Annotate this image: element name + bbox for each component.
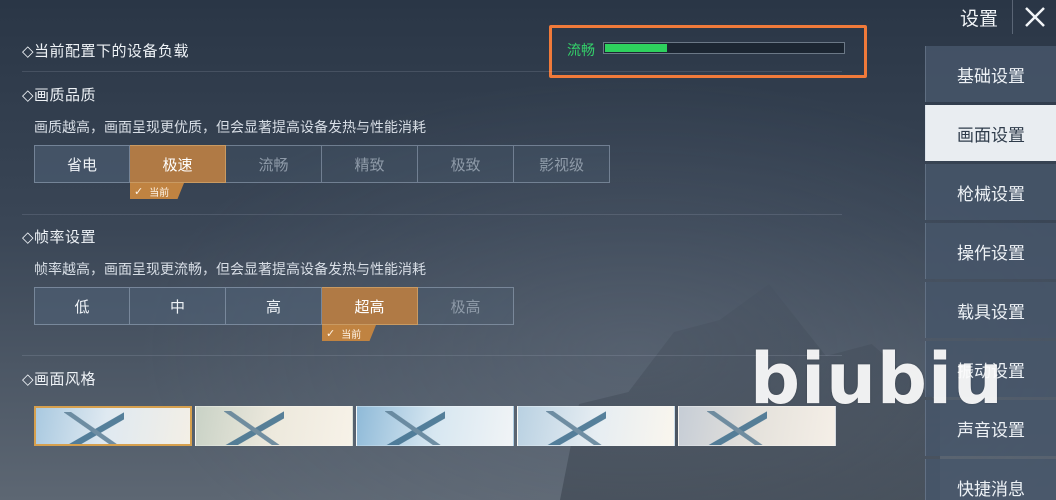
checkmark-icon: ✓ xyxy=(134,184,144,198)
sidebar-item-label: 枪械设置 xyxy=(957,184,1025,205)
style-thumbnail-3[interactable] xyxy=(517,406,675,446)
quality-option-3: 精致 xyxy=(322,145,418,183)
style-thumbnail-0[interactable] xyxy=(34,406,192,446)
sidebar-item-4[interactable]: 载具设置 xyxy=(925,282,1056,338)
framerate-option-label: 超高 xyxy=(354,297,385,316)
framerate-description: 帧率越高，画面呈现更流畅，但会显著提高设备发热与性能消耗 xyxy=(34,262,426,278)
sidebar-item-label: 画面设置 xyxy=(957,125,1025,146)
current-badge: ✓ 当前 xyxy=(130,183,184,199)
quality-option-1[interactable]: 极速 ✓ 当前 xyxy=(130,145,226,199)
framerate-option-3[interactable]: 超高 ✓ 当前 xyxy=(322,287,418,341)
framerate-option-1[interactable]: 中 xyxy=(130,287,226,325)
sidebar-item-7[interactable]: 快捷消息 xyxy=(925,459,1056,500)
close-icon xyxy=(1024,7,1045,27)
framerate-option-label: 低 xyxy=(74,297,90,316)
thumbnail-image xyxy=(546,411,606,445)
quality-option-label: 精致 xyxy=(354,155,385,174)
current-badge: ✓ 当前 xyxy=(322,325,376,341)
load-bar-fill xyxy=(605,44,667,52)
settings-main-panel: ◇当前配置下的设备负载 流畅 ◇画质品质 画质越高，画面呈现更优质，但会显著提高… xyxy=(0,0,867,500)
divider xyxy=(22,214,842,215)
framerate-option-label: 极高 xyxy=(450,297,481,316)
framerate-option-0[interactable]: 低 xyxy=(34,287,130,325)
watermark-text: biubiu xyxy=(750,338,1004,420)
framerate-title: ◇帧率设置 xyxy=(22,228,97,246)
load-status-label: 流畅 xyxy=(567,43,595,59)
framerate-option-2[interactable]: 高 xyxy=(226,287,322,325)
checkmark-icon: ✓ xyxy=(326,326,336,340)
close-button[interactable] xyxy=(1012,0,1056,34)
quality-option-label: 影视级 xyxy=(538,155,584,174)
framerate-option-label: 高 xyxy=(265,297,281,316)
style-title: ◇画面风格 xyxy=(22,370,97,388)
framerate-selector: 低 中 高 超高 ✓ 当前 极高 xyxy=(34,287,514,341)
divider xyxy=(22,355,842,356)
style-thumbnail-2[interactable] xyxy=(356,406,514,446)
quality-option-label: 流畅 xyxy=(258,155,289,174)
quality-option-label: 极致 xyxy=(450,155,481,174)
framerate-option-4: 极高 xyxy=(418,287,514,325)
quality-option-0[interactable]: 省电 xyxy=(34,145,130,183)
current-badge-label: 当前 xyxy=(341,329,362,341)
quality-option-5: 影视级 xyxy=(514,145,610,183)
current-badge-label: 当前 xyxy=(149,187,170,199)
sidebar-item-0[interactable]: 基础设置 xyxy=(925,46,1056,102)
style-thumbnail-1[interactable] xyxy=(195,406,353,446)
quality-selector: 省电 极速 ✓ 当前 流畅 精致 极致 影视级 xyxy=(34,145,610,199)
sidebar-item-3[interactable]: 操作设置 xyxy=(925,223,1056,279)
quality-description: 画质越高，画面呈现更优质，但会显著提高设备发热与性能消耗 xyxy=(34,120,426,136)
quality-title: ◇画质品质 xyxy=(22,86,97,104)
thumbnail-image xyxy=(224,411,284,445)
quality-option-4: 极致 xyxy=(418,145,514,183)
sidebar-item-1[interactable]: 画面设置 xyxy=(925,105,1056,161)
sidebar-item-label: 载具设置 xyxy=(957,302,1025,323)
sidebar-item-2[interactable]: 枪械设置 xyxy=(925,164,1056,220)
quality-option-label: 极速 xyxy=(162,155,193,174)
divider xyxy=(22,71,842,72)
sidebar-item-label: 基础设置 xyxy=(957,66,1025,87)
style-thumbnails xyxy=(34,406,836,446)
framerate-option-label: 中 xyxy=(169,297,185,316)
thumbnail-image xyxy=(64,412,124,444)
thumbnail-image xyxy=(385,411,445,445)
quality-option-label: 省电 xyxy=(66,155,97,174)
settings-title: 设置 xyxy=(960,8,999,30)
quality-option-2: 流畅 xyxy=(226,145,322,183)
sidebar-item-label: 操作设置 xyxy=(957,243,1025,264)
device-load-title: ◇当前配置下的设备负载 xyxy=(22,42,190,60)
settings-sidebar: 基础设置 画面设置 枪械设置 操作设置 载具设置 振动设置 声音设置 快捷消息 xyxy=(925,46,1056,500)
sidebar-item-label: 快捷消息 xyxy=(957,479,1025,500)
load-bar-track xyxy=(603,42,845,54)
